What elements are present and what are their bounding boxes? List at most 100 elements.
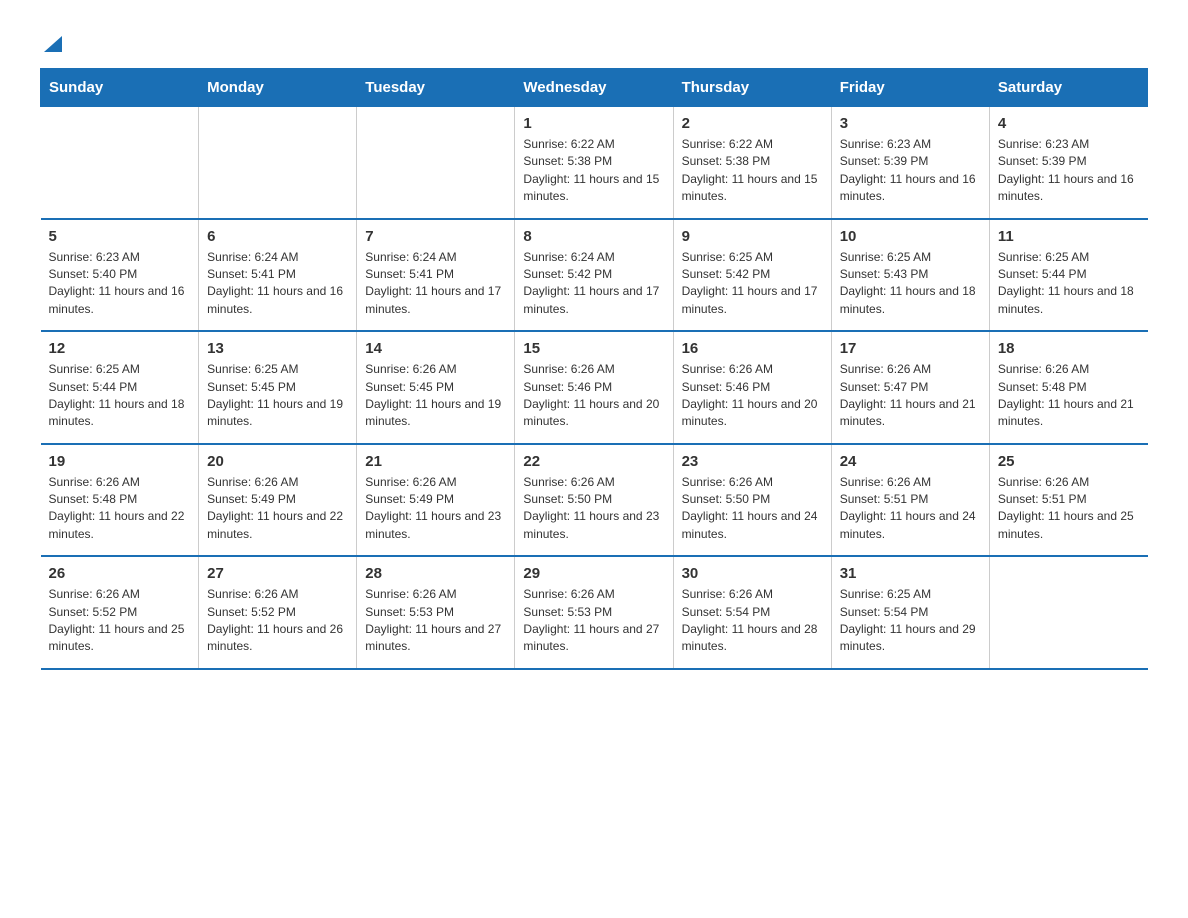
table-row	[989, 556, 1147, 669]
table-row: 19Sunrise: 6:26 AM Sunset: 5:48 PM Dayli…	[41, 444, 199, 557]
day-number: 15	[523, 340, 664, 357]
calendar-week-row: 5 Sunrise: 6:23 AM Sunset: 5:40 PM Daylig…	[41, 219, 1148, 332]
table-row: 22 Sunrise: 6:26 AM Sunset: 5:50 PM Dayli…	[515, 444, 673, 557]
logo	[40, 30, 64, 48]
calendar-week-row: 19Sunrise: 6:26 AM Sunset: 5:48 PM Dayli…	[41, 444, 1148, 557]
table-row: 16 Sunrise: 6:26 AM Sunset: 5:46 PM Dayli…	[673, 331, 831, 444]
table-row: 2 Sunrise: 6:22 AM Sunset: 5:38 PM Daylig…	[673, 107, 831, 219]
day-info: Sunrise: 6:26 AM Sunset: 5:47 PM Dayligh…	[840, 361, 981, 431]
day-info: Sunrise: 6:25 AM Sunset: 5:45 PM Dayligh…	[207, 361, 348, 431]
day-number: 17	[840, 340, 981, 357]
day-info: Sunrise: 6:26 AM Sunset: 5:46 PM Dayligh…	[523, 361, 664, 431]
page-header	[40, 30, 1148, 48]
day-info: Sunrise: 6:26 AM Sunset: 5:54 PM Dayligh…	[682, 586, 823, 656]
day-number: 1	[523, 115, 664, 132]
table-row: 18 Sunrise: 6:26 AM Sunset: 5:48 PM Dayli…	[989, 331, 1147, 444]
day-number: 9	[682, 228, 823, 245]
day-info: Sunrise: 6:26 AM Sunset: 5:50 PM Dayligh…	[682, 474, 823, 544]
day-number: 23	[682, 453, 823, 470]
day-number: 7	[365, 228, 506, 245]
day-info: Sunrise: 6:26 AM Sunset: 5:50 PM Dayligh…	[523, 474, 664, 544]
day-info: Sunrise: 6:26 AM Sunset: 5:48 PM Dayligh…	[49, 474, 191, 544]
day-number: 24	[840, 453, 981, 470]
calendar-week-row: 26Sunrise: 6:26 AM Sunset: 5:52 PM Dayli…	[41, 556, 1148, 669]
day-number: 22	[523, 453, 664, 470]
day-info: Sunrise: 6:26 AM Sunset: 5:52 PM Dayligh…	[207, 586, 348, 656]
day-info: Sunrise: 6:26 AM Sunset: 5:52 PM Dayligh…	[49, 586, 191, 656]
table-row: 14Sunrise: 6:26 AM Sunset: 5:45 PM Dayli…	[357, 331, 515, 444]
day-info: Sunrise: 6:26 AM Sunset: 5:46 PM Dayligh…	[682, 361, 823, 431]
col-tuesday: Tuesday	[357, 69, 515, 107]
calendar-header-row: Sunday Monday Tuesday Wednesday Thursday…	[41, 69, 1148, 107]
table-row: 27 Sunrise: 6:26 AM Sunset: 5:52 PM Dayli…	[199, 556, 357, 669]
day-number: 4	[998, 115, 1140, 132]
day-info: Sunrise: 6:25 AM Sunset: 5:43 PM Dayligh…	[840, 249, 981, 319]
col-sunday: Sunday	[41, 69, 199, 107]
table-row: 31 Sunrise: 6:25 AM Sunset: 5:54 PM Dayli…	[831, 556, 989, 669]
table-row: 8 Sunrise: 6:24 AM Sunset: 5:42 PM Daylig…	[515, 219, 673, 332]
table-row: 7 Sunrise: 6:24 AM Sunset: 5:41 PM Daylig…	[357, 219, 515, 332]
table-row: 25Sunrise: 6:26 AM Sunset: 5:51 PM Dayli…	[989, 444, 1147, 557]
day-info: Sunrise: 6:26 AM Sunset: 5:48 PM Dayligh…	[998, 361, 1140, 431]
day-info: Sunrise: 6:26 AM Sunset: 5:49 PM Dayligh…	[207, 474, 348, 544]
day-number: 21	[365, 453, 506, 470]
day-number: 6	[207, 228, 348, 245]
day-number: 27	[207, 565, 348, 582]
day-number: 31	[840, 565, 981, 582]
table-row: 26Sunrise: 6:26 AM Sunset: 5:52 PM Dayli…	[41, 556, 199, 669]
day-info: Sunrise: 6:26 AM Sunset: 5:53 PM Dayligh…	[365, 586, 506, 656]
table-row: 11Sunrise: 6:25 AM Sunset: 5:44 PM Dayli…	[989, 219, 1147, 332]
table-row: 13 Sunrise: 6:25 AM Sunset: 5:45 PM Dayli…	[199, 331, 357, 444]
table-row: 6 Sunrise: 6:24 AM Sunset: 5:41 PM Daylig…	[199, 219, 357, 332]
table-row: 12Sunrise: 6:25 AM Sunset: 5:44 PM Dayli…	[41, 331, 199, 444]
table-row: 5 Sunrise: 6:23 AM Sunset: 5:40 PM Daylig…	[41, 219, 199, 332]
day-number: 20	[207, 453, 348, 470]
table-row: 17 Sunrise: 6:26 AM Sunset: 5:47 PM Dayli…	[831, 331, 989, 444]
day-info: Sunrise: 6:25 AM Sunset: 5:54 PM Dayligh…	[840, 586, 981, 656]
day-info: Sunrise: 6:24 AM Sunset: 5:41 PM Dayligh…	[207, 249, 348, 319]
table-row: 3 Sunrise: 6:23 AM Sunset: 5:39 PM Daylig…	[831, 107, 989, 219]
day-info: Sunrise: 6:23 AM Sunset: 5:39 PM Dayligh…	[840, 136, 981, 206]
table-row: 29Sunrise: 6:26 AM Sunset: 5:53 PM Dayli…	[515, 556, 673, 669]
table-row: 15 Sunrise: 6:26 AM Sunset: 5:46 PM Dayli…	[515, 331, 673, 444]
table-row: 21 Sunrise: 6:26 AM Sunset: 5:49 PM Dayli…	[357, 444, 515, 557]
day-info: Sunrise: 6:26 AM Sunset: 5:51 PM Dayligh…	[840, 474, 981, 544]
day-number: 3	[840, 115, 981, 132]
table-row: 23 Sunrise: 6:26 AM Sunset: 5:50 PM Dayli…	[673, 444, 831, 557]
day-info: Sunrise: 6:25 AM Sunset: 5:44 PM Dayligh…	[49, 361, 191, 431]
table-row: 9Sunrise: 6:25 AM Sunset: 5:42 PM Daylig…	[673, 219, 831, 332]
table-row: 10Sunrise: 6:25 AM Sunset: 5:43 PM Dayli…	[831, 219, 989, 332]
day-info: Sunrise: 6:22 AM Sunset: 5:38 PM Dayligh…	[682, 136, 823, 206]
day-info: Sunrise: 6:26 AM Sunset: 5:53 PM Dayligh…	[523, 586, 664, 656]
table-row	[357, 107, 515, 219]
table-row: 1 Sunrise: 6:22 AM Sunset: 5:38 PM Daylig…	[515, 107, 673, 219]
day-info: Sunrise: 6:26 AM Sunset: 5:49 PM Dayligh…	[365, 474, 506, 544]
day-number: 16	[682, 340, 823, 357]
day-info: Sunrise: 6:23 AM Sunset: 5:40 PM Dayligh…	[49, 249, 191, 319]
day-number: 18	[998, 340, 1140, 357]
day-info: Sunrise: 6:24 AM Sunset: 5:41 PM Dayligh…	[365, 249, 506, 319]
day-info: Sunrise: 6:23 AM Sunset: 5:39 PM Dayligh…	[998, 136, 1140, 206]
table-row: 30 Sunrise: 6:26 AM Sunset: 5:54 PM Dayli…	[673, 556, 831, 669]
day-info: Sunrise: 6:22 AM Sunset: 5:38 PM Dayligh…	[523, 136, 664, 206]
calendar-table: Sunday Monday Tuesday Wednesday Thursday…	[40, 68, 1148, 670]
col-friday: Friday	[831, 69, 989, 107]
day-number: 2	[682, 115, 823, 132]
day-number: 8	[523, 228, 664, 245]
day-info: Sunrise: 6:24 AM Sunset: 5:42 PM Dayligh…	[523, 249, 664, 319]
day-info: Sunrise: 6:26 AM Sunset: 5:45 PM Dayligh…	[365, 361, 506, 431]
table-row: 24 Sunrise: 6:26 AM Sunset: 5:51 PM Dayli…	[831, 444, 989, 557]
day-number: 11	[998, 228, 1140, 245]
day-number: 25	[998, 453, 1140, 470]
table-row	[199, 107, 357, 219]
day-number: 13	[207, 340, 348, 357]
col-monday: Monday	[199, 69, 357, 107]
table-row: 20 Sunrise: 6:26 AM Sunset: 5:49 PM Dayli…	[199, 444, 357, 557]
day-number: 5	[49, 228, 191, 245]
day-number: 30	[682, 565, 823, 582]
day-number: 28	[365, 565, 506, 582]
col-saturday: Saturday	[989, 69, 1147, 107]
col-wednesday: Wednesday	[515, 69, 673, 107]
table-row	[41, 107, 199, 219]
calendar-week-row: 1 Sunrise: 6:22 AM Sunset: 5:38 PM Daylig…	[41, 107, 1148, 219]
